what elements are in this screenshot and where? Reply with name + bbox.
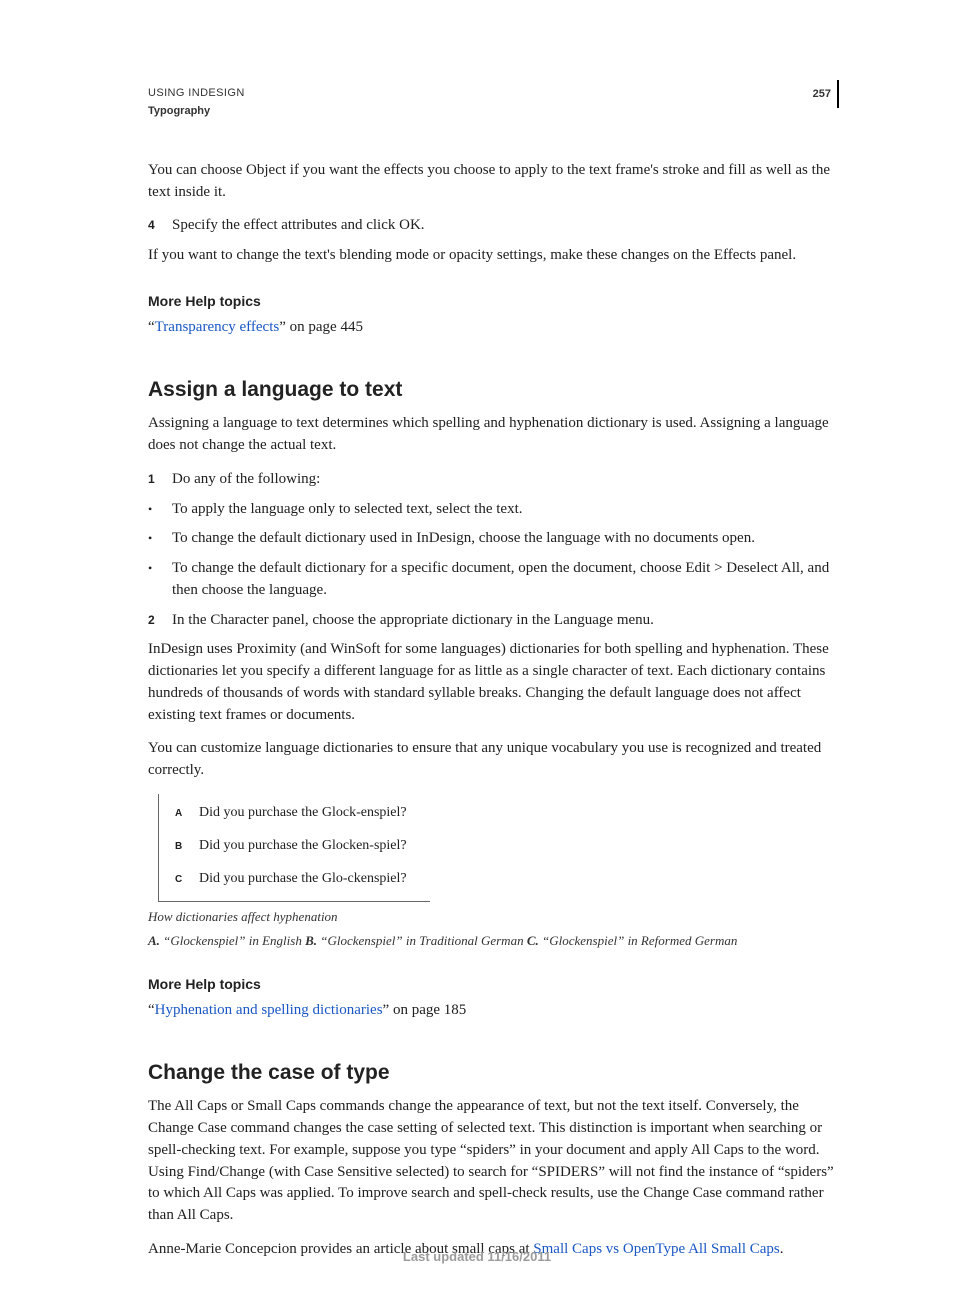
figure-tag: B <box>175 837 185 855</box>
step-item: 1 Do any of the following: <box>148 469 839 491</box>
caption-text: “Glockenspiel” in English <box>160 933 305 948</box>
page-footer: Last updated 11/16/2011 <box>0 1248 954 1267</box>
quote-close: ” <box>279 319 286 335</box>
body-text: You can choose Object if you want the ef… <box>148 160 839 204</box>
figure-row: A Did you purchase the Glock-enspiel? <box>175 804 414 823</box>
bullet-icon: • <box>148 499 160 521</box>
caption-text: “Glockenspiel” in Traditional German <box>317 933 527 948</box>
step-item: 2 In the Character panel, choose the app… <box>148 610 839 632</box>
chapter-name: Typography <box>148 104 245 120</box>
help-ref: “Hyphenation and spelling dictionaries” … <box>148 1000 839 1022</box>
body-text: You can customize language dictionaries … <box>148 738 839 782</box>
quote-open: “ <box>148 1002 155 1018</box>
figure-caption-legend: A. “Glockenspiel” in English B. “Glocken… <box>148 932 839 950</box>
figure-row: B Did you purchase the Glocken-spiel? <box>175 837 414 856</box>
caption-tag: A. <box>148 933 160 948</box>
help-heading: More Help topics <box>148 291 839 311</box>
bullet-icon: • <box>148 558 160 602</box>
step-text: Do any of the following: <box>172 469 320 491</box>
bullet-text: To change the default dictionary for a s… <box>172 558 839 602</box>
step-number: 2 <box>148 610 160 632</box>
caption-text: “Glockenspiel” in Reformed German <box>539 933 738 948</box>
body-text: InDesign uses Proximity (and WinSoft for… <box>148 639 839 726</box>
figure-caption-title: How dictionaries affect hyphenation <box>148 908 839 926</box>
figure-text: Did you purchase the Glo-ckenspiel? <box>199 870 407 889</box>
list-item: • To change the default dictionary used i… <box>148 528 839 550</box>
step-number: 4 <box>148 215 160 237</box>
bullet-list: • To apply the language only to selected … <box>148 499 839 602</box>
body-text: If you want to change the text's blendin… <box>148 245 839 267</box>
step-item: 4 Specify the effect attributes and clic… <box>148 215 839 237</box>
list-item: • To apply the language only to selected … <box>148 499 839 521</box>
numbered-step: 4 Specify the effect attributes and clic… <box>148 215 839 237</box>
hyphenation-dictionaries-link[interactable]: Hyphenation and spelling dictionaries <box>155 1002 383 1018</box>
figure-tag: A <box>175 804 185 822</box>
bullet-text: To change the default dictionary used in… <box>172 528 755 550</box>
transparency-effects-link[interactable]: Transparency effects <box>155 319 280 335</box>
page-ref: on page 185 <box>389 1002 466 1018</box>
hyphenation-figure: A Did you purchase the Glock-enspiel? B … <box>158 794 430 902</box>
page-ref: on page 445 <box>286 319 363 335</box>
section-heading: Change the case of type <box>148 1058 839 1088</box>
list-item: • To change the default dictionary for a … <box>148 558 839 602</box>
body-text: Assigning a language to text determines … <box>148 413 839 457</box>
help-ref: “Transparency effects” on page 445 <box>148 317 839 339</box>
body-text: The All Caps or Small Caps commands chan… <box>148 1096 839 1227</box>
step-text: Specify the effect attributes and click … <box>172 215 425 237</box>
step-text: In the Character panel, choose the appro… <box>172 610 654 632</box>
bullet-icon: • <box>148 528 160 550</box>
caption-tag: C. <box>527 933 539 948</box>
doc-title: USING INDESIGN <box>148 86 245 102</box>
page-number: 257 <box>813 80 839 108</box>
caption-tag: B. <box>305 933 317 948</box>
page: USING INDESIGN Typography 257 You can ch… <box>0 0 954 1313</box>
header-left: USING INDESIGN Typography <box>148 86 245 120</box>
step-number: 1 <box>148 469 160 491</box>
figure-text: Did you purchase the Glocken-spiel? <box>199 837 407 856</box>
figure-row: C Did you purchase the Glo-ckenspiel? <box>175 870 414 889</box>
quote-open: “ <box>148 319 155 335</box>
help-heading: More Help topics <box>148 974 839 994</box>
figure-text: Did you purchase the Glock-enspiel? <box>199 804 407 823</box>
running-header: USING INDESIGN Typography 257 <box>148 86 839 120</box>
bullet-text: To apply the language only to selected t… <box>172 499 523 521</box>
figure-tag: C <box>175 870 185 888</box>
numbered-list: 1 Do any of the following: <box>148 469 839 491</box>
numbered-list: 2 In the Character panel, choose the app… <box>148 610 839 632</box>
section-heading: Assign a language to text <box>148 375 839 405</box>
